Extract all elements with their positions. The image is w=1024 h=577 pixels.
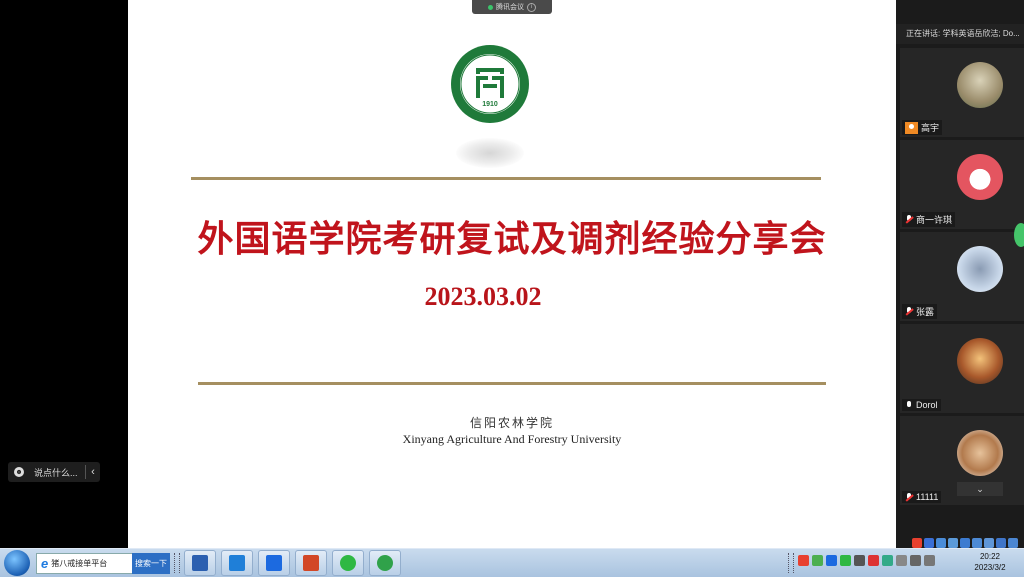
- avatar: [957, 154, 1003, 200]
- system-tray: [798, 555, 935, 566]
- file-manager-button[interactable]: [221, 550, 253, 576]
- logo-year: 1910: [482, 101, 498, 108]
- meeting-title-pill[interactable]: 腾讯会议 i: [472, 0, 552, 14]
- avatar: [957, 430, 1003, 476]
- participant-tile[interactable]: 高宇: [900, 48, 1024, 137]
- collapse-chat-icon[interactable]: ‹: [86, 466, 100, 478]
- system-clock[interactable]: 20:22 2023/3/2: [962, 551, 1018, 573]
- mic-muted-icon: [905, 307, 913, 316]
- toolbar-grip[interactable]: [174, 553, 180, 573]
- clock-date: 2023/3/2: [974, 563, 1006, 572]
- chat-placeholder[interactable]: 说点什么...: [34, 466, 78, 479]
- signal-icon: [488, 4, 493, 10]
- university-name-en: Xinyang Agriculture And Forestry Univers…: [402, 432, 622, 446]
- university-name-cn: 信阳农林学院: [469, 416, 554, 430]
- start-button[interactable]: [4, 550, 30, 576]
- now-speaking-label: 正在讲话: 学科英语岳欣洁; Do...: [896, 24, 1024, 44]
- clock-time: 20:22: [979, 552, 1001, 561]
- meeting-tray-icon[interactable]: [826, 555, 837, 566]
- participant-name: 商一许琪: [902, 212, 956, 227]
- avatar: [957, 62, 1003, 108]
- powerpoint-button[interactable]: [295, 550, 327, 576]
- mic-icon: [905, 400, 913, 410]
- volume-icon[interactable]: [896, 555, 907, 566]
- update-icon[interactable]: [882, 555, 893, 566]
- battery-icon[interactable]: [812, 555, 823, 566]
- slide-date: 2023.03.02: [424, 282, 542, 311]
- top-divider: [191, 177, 821, 180]
- participant-name: Dorol: [902, 399, 941, 411]
- voice-icon[interactable]: [960, 538, 970, 548]
- host-icon: [905, 121, 918, 134]
- bottom-divider: [198, 382, 826, 385]
- wechat-button[interactable]: [332, 550, 364, 576]
- keyboard-icon[interactable]: [972, 538, 982, 548]
- participant-name: 高宇: [902, 120, 943, 135]
- avatar: [957, 246, 1003, 292]
- skin-icon[interactable]: [984, 538, 994, 548]
- word-app-button[interactable]: [184, 550, 216, 576]
- mic-muted-icon: [905, 215, 913, 224]
- emoji-icon[interactable]: ☻: [14, 467, 24, 477]
- security-icon[interactable]: [868, 555, 879, 566]
- ime-lang-icon[interactable]: [924, 538, 934, 548]
- display-icon[interactable]: [910, 555, 921, 566]
- logo-reflection: [456, 138, 524, 168]
- avatar: [957, 338, 1003, 384]
- toolbox-icon[interactable]: [996, 538, 1006, 548]
- meeting-app-label: 腾讯会议: [496, 4, 524, 11]
- sogou-tray-icon[interactable]: [798, 555, 809, 566]
- browser-button[interactable]: [369, 550, 401, 576]
- participant-name: 张露: [902, 304, 938, 319]
- settings-icon[interactable]: [1008, 538, 1018, 548]
- info-icon[interactable]: i: [527, 2, 536, 12]
- mic-muted-icon: [905, 492, 913, 502]
- participant-tile[interactable]: 张露: [900, 232, 1024, 321]
- slide-title: 外国语学院考研复试及调剂经验分享会: [197, 219, 827, 260]
- flag-icon[interactable]: [924, 555, 935, 566]
- wechat-tray-icon[interactable]: [840, 555, 851, 566]
- tencent-meeting-button[interactable]: [258, 550, 290, 576]
- search-button[interactable]: 搜索一下: [132, 553, 170, 574]
- network-icon[interactable]: [854, 555, 865, 566]
- emoji-icon[interactable]: [948, 538, 958, 548]
- tray-grip[interactable]: [788, 553, 794, 573]
- sogou-icon[interactable]: [912, 538, 922, 548]
- scroll-down-button[interactable]: ⌄: [957, 482, 1003, 496]
- participant-tile[interactable]: 商一许琪: [900, 140, 1024, 229]
- chat-input-bar[interactable]: ☻ 说点什么... ‹: [8, 462, 100, 482]
- shared-screen-slide: 1910 外国语学院考研复试及调剂经验分享会 2023.03.02 信阳农林学院…: [128, 0, 896, 548]
- participant-tile[interactable]: Dorol: [900, 324, 1024, 413]
- participants-panel: 正在讲话: 学科英语岳欣洁; Do... 高宇 商一许琪 张露 Dorol 11…: [896, 0, 1024, 548]
- ie-icon: e: [41, 556, 49, 571]
- floating-assistant-icon[interactable]: [1014, 223, 1024, 247]
- taskbar: e 猪八戒接单平台 搜索一下 20:22 2023/3/2: [0, 548, 1024, 577]
- participant-name: 11111: [902, 491, 942, 503]
- search-input[interactable]: e 猪八戒接单平台: [36, 553, 134, 574]
- punct-icon[interactable]: [936, 538, 946, 548]
- university-logo: 1910: [451, 45, 529, 123]
